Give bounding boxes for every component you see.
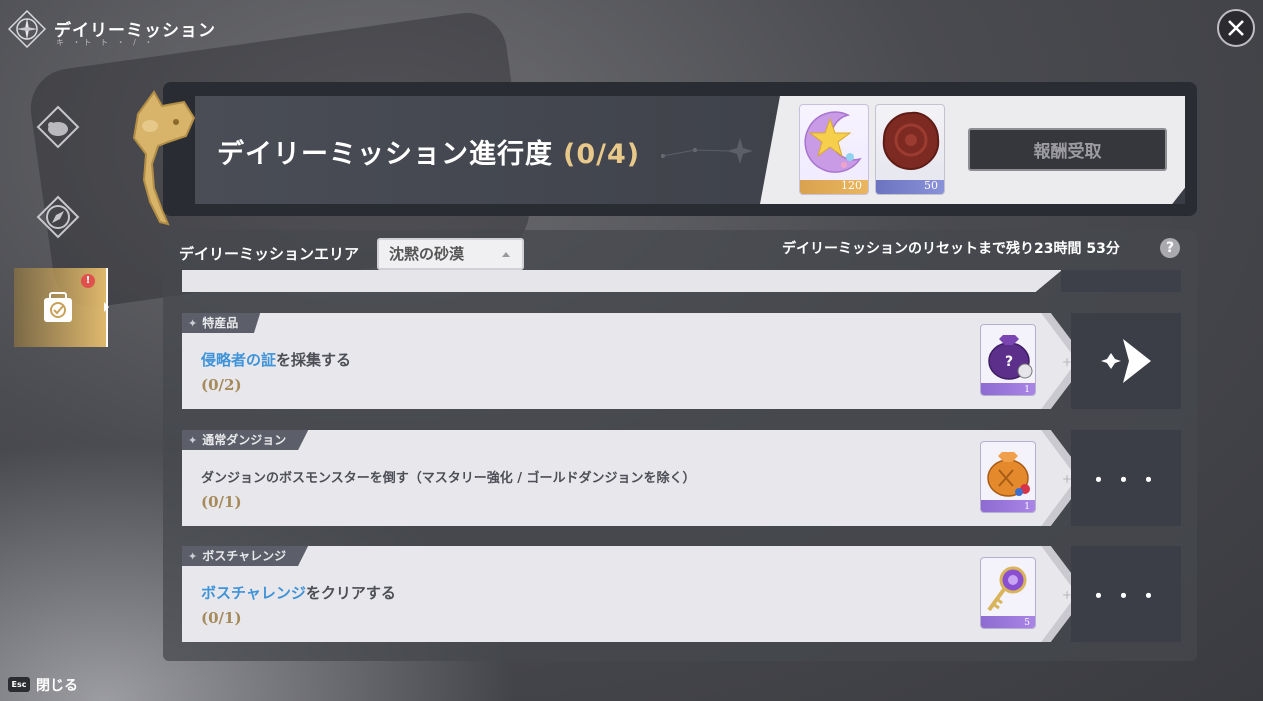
mission-progress-title: デイリーミッション進行度 (0/4): [217, 132, 640, 171]
more-dots-icon: ・・・: [1088, 468, 1164, 492]
svg-text:?: ?: [1005, 354, 1013, 370]
mission-description: ダンジョンのボスモンスターを倒す（マスタリー強化 / ゴールドダンジョンを除く）: [201, 471, 696, 486]
go-to-mission-button[interactable]: [1071, 313, 1181, 409]
scrolled-mission-action: [1061, 270, 1181, 292]
mission-description-text: をクリアする: [305, 584, 396, 602]
mission-description: ボスチャレンジをクリアする: [201, 582, 396, 603]
compass-logo-icon: [8, 10, 46, 48]
active-indicator-icon: [104, 302, 109, 312]
caret-up-icon: [502, 252, 510, 257]
mission-reward-item[interactable]: 5: [980, 557, 1036, 629]
page-subtitle: キ ・ト ト ・ / ・: [56, 38, 156, 47]
reset-timer-text: デイリーミッションのリセットまで残り23時間 53分: [782, 241, 1120, 257]
scrolled-mission-card: [182, 270, 1062, 292]
esc-key-icon: Esc: [8, 677, 30, 692]
golden-key-icon: [987, 566, 1027, 612]
area-select[interactable]: 沈黙の砂漠: [377, 238, 524, 270]
red-wax-seal-icon: [882, 111, 940, 171]
sidebar-item-daily-mission[interactable]: !: [14, 268, 108, 347]
mission-keyword-link[interactable]: 侵略者の証: [201, 351, 276, 369]
mission-progress-label: デイリーミッション進行度: [217, 139, 553, 170]
item-quantity: 1: [1024, 502, 1030, 512]
mission-category-tag: ✦ ボスチャレンジ: [182, 546, 309, 566]
close-icon: [1228, 20, 1244, 36]
purple-mystery-bag-icon: ?: [988, 335, 1033, 380]
sidebar-item-boar[interactable]: [36, 105, 80, 149]
mission-reward-item[interactable]: ? 1: [980, 324, 1036, 396]
sidebar-item-compass[interactable]: [36, 195, 80, 239]
item-quantity: 1: [1024, 385, 1030, 395]
claim-reward-button[interactable]: 報酬受取: [968, 128, 1167, 171]
more-options-button[interactable]: ・・・: [1071, 430, 1181, 526]
boar-emblem-icon: [36, 105, 80, 149]
mission-description-text: を採集する: [276, 351, 352, 369]
mission-progress: (0/2): [201, 376, 242, 394]
area-label: デイリーミッションエリア: [179, 245, 360, 263]
orange-loot-bag-icon: [987, 452, 1030, 497]
more-options-button[interactable]: ・・・: [1071, 546, 1181, 642]
reward-item[interactable]: 120: [799, 104, 869, 195]
crescent-star-gem-icon: [804, 111, 862, 173]
golden-boar-emblem-icon: [132, 90, 196, 226]
reward-count: 120: [841, 179, 862, 192]
mission-category-tag: ✦ 特産品: [182, 313, 261, 333]
mission-category-label: 特産品: [202, 316, 239, 330]
reward-count: 50: [924, 179, 938, 192]
sparkle-decoration-icon: [661, 138, 753, 164]
item-quantity: 5: [1024, 618, 1030, 628]
go-arrow-icon: [1101, 339, 1151, 383]
mission-progress-count: (0/4): [563, 139, 641, 170]
mission-reward-item[interactable]: 1: [980, 441, 1036, 513]
reward-item[interactable]: 50: [875, 104, 945, 195]
mission-checklist-icon: [44, 292, 72, 322]
sparkle-icon: ✦: [188, 550, 198, 563]
mission-description: 侵略者の証を採集する: [201, 349, 351, 370]
mission-progress: (0/1): [201, 609, 242, 627]
mission-category-tag: ✦ 通常ダンジョン: [182, 430, 309, 450]
mission-category-label: 通常ダンジョン: [202, 433, 287, 447]
mission-category-label: ボスチャレンジ: [202, 549, 287, 563]
mission-keyword-link[interactable]: ボスチャレンジ: [201, 584, 306, 602]
top-bar: デイリーミッション キ ・ト ト ・ / ・: [0, 0, 1263, 56]
notification-badge: !: [81, 274, 95, 288]
mission-row: ✦ ボスチャレンジ ボスチャレンジをクリアする (0/1) 5 + ・・・: [182, 546, 1181, 642]
compass-icon: [36, 195, 80, 239]
mission-row: ✦ 特産品 侵略者の証を採集する (0/2) ? 1 +: [182, 313, 1181, 409]
sparkle-icon: ✦: [188, 317, 198, 330]
scrolled-mission-row: [182, 270, 1181, 292]
area-selected-value: 沈黙の砂漠: [389, 245, 465, 263]
mission-row: ✦ 通常ダンジョン ダンジョンのボスモンスターを倒す（マスタリー強化 / ゴールド…: [182, 430, 1181, 526]
mission-progress: (0/1): [201, 493, 242, 511]
close-button[interactable]: [1217, 9, 1255, 47]
close-label[interactable]: 閉じる: [36, 675, 78, 695]
sparkle-icon: ✦: [188, 434, 198, 447]
help-icon[interactable]: ?: [1160, 238, 1180, 258]
more-dots-icon: ・・・: [1088, 584, 1164, 608]
